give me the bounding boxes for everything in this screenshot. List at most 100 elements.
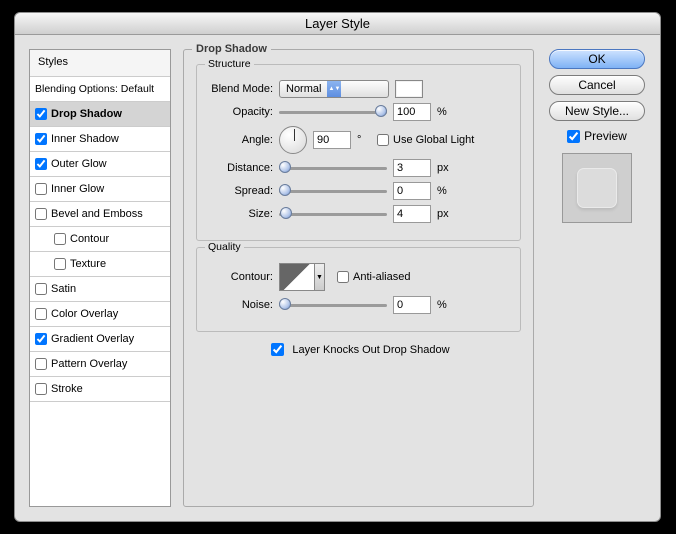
style-checkbox[interactable]	[35, 158, 47, 170]
cancel-button[interactable]: Cancel	[549, 75, 645, 95]
style-label: Drop Shadow	[51, 108, 122, 120]
preview-row: Preview	[567, 129, 627, 143]
noise-field[interactable]	[393, 296, 431, 314]
slider-thumb[interactable]	[279, 184, 291, 196]
noise-slider[interactable]	[279, 298, 387, 312]
ok-button[interactable]: OK	[549, 49, 645, 69]
styles-header[interactable]: Styles	[30, 50, 170, 77]
opacity-field[interactable]	[393, 103, 431, 121]
style-checkbox[interactable]	[35, 283, 47, 295]
style-checkbox[interactable]	[35, 108, 47, 120]
spread-unit: %	[437, 185, 451, 197]
shadow-color-swatch[interactable]	[395, 80, 423, 98]
blend-mode-row: Blend Mode: Normal ▲▼	[207, 80, 510, 98]
sidebar-item-outer-glow[interactable]: Outer Glow	[30, 152, 170, 177]
opacity-unit: %	[437, 106, 451, 118]
distance-field[interactable]	[393, 159, 431, 177]
style-checkbox[interactable]	[35, 183, 47, 195]
anti-aliased-label: Anti-aliased	[353, 271, 410, 283]
blend-mode-label: Blend Mode:	[207, 83, 273, 95]
style-checkbox[interactable]	[35, 308, 47, 320]
knockout-label: Layer Knocks Out Drop Shadow	[292, 344, 449, 356]
sidebar-item-drop-shadow[interactable]: Drop Shadow	[30, 102, 170, 127]
style-label: Satin	[51, 283, 76, 295]
style-label: Texture	[70, 258, 106, 270]
angle-label: Angle:	[207, 134, 273, 146]
anti-aliased-row: Anti-aliased	[337, 271, 410, 283]
preview-swatch	[577, 168, 617, 208]
styles-panel: Styles Blending Options: Default Drop Sh…	[29, 49, 171, 507]
sidebar-item-bevel-and-emboss[interactable]: Bevel and Emboss	[30, 202, 170, 227]
sidebar-item-stroke[interactable]: Stroke	[30, 377, 170, 402]
anti-aliased-checkbox[interactable]	[337, 271, 349, 283]
size-label: Size:	[207, 208, 273, 220]
style-label: Contour	[70, 233, 109, 245]
angle-field[interactable]	[313, 131, 351, 149]
sidebar-item-satin[interactable]: Satin	[30, 277, 170, 302]
style-label: Stroke	[51, 383, 83, 395]
select-arrows-icon: ▲▼	[327, 80, 341, 98]
preview-checkbox[interactable]	[567, 130, 580, 143]
sidebar-item-contour[interactable]: Contour	[30, 227, 170, 252]
slider-track	[279, 190, 387, 193]
spread-field[interactable]	[393, 182, 431, 200]
sidebar-item-gradient-overlay[interactable]: Gradient Overlay	[30, 327, 170, 352]
style-checkbox[interactable]	[35, 208, 47, 220]
distance-row: Distance: px	[207, 159, 510, 177]
opacity-label: Opacity:	[207, 106, 273, 118]
new-style-button[interactable]: New Style...	[549, 101, 645, 121]
size-unit: px	[437, 208, 451, 220]
style-label: Outer Glow	[51, 158, 107, 170]
slider-track	[279, 213, 387, 216]
structure-title: Structure	[205, 58, 254, 70]
slider-thumb[interactable]	[375, 105, 387, 117]
angle-dial[interactable]	[279, 126, 307, 154]
sidebar-item-texture[interactable]: Texture	[30, 252, 170, 277]
angle-unit: °	[357, 134, 371, 146]
distance-label: Distance:	[207, 162, 273, 174]
noise-unit: %	[437, 299, 451, 311]
chevron-down-icon[interactable]: ▼	[315, 263, 325, 291]
opacity-slider[interactable]	[279, 105, 387, 119]
contour-label: Contour:	[207, 271, 273, 283]
use-global-light-label: Use Global Light	[393, 134, 474, 146]
spread-slider[interactable]	[279, 184, 387, 198]
blend-mode-value: Normal	[286, 83, 321, 95]
button-column: OK Cancel New Style... Preview	[546, 49, 648, 507]
slider-thumb[interactable]	[280, 207, 292, 219]
size-slider[interactable]	[279, 207, 387, 221]
style-checkbox[interactable]	[35, 358, 47, 370]
contour-row: Contour: ▼ Anti-aliased	[207, 263, 510, 291]
blend-mode-select[interactable]: Normal ▲▼	[279, 80, 389, 98]
style-label: Inner Shadow	[51, 133, 119, 145]
slider-track	[279, 304, 387, 307]
size-field[interactable]	[393, 205, 431, 223]
sidebar-item-pattern-overlay[interactable]: Pattern Overlay	[30, 352, 170, 377]
knockout-checkbox[interactable]	[271, 343, 284, 356]
sidebar-item-inner-shadow[interactable]: Inner Shadow	[30, 127, 170, 152]
styles-list: Drop Shadow Inner Shadow Outer Glow Inner G…	[30, 102, 170, 402]
style-checkbox[interactable]	[35, 133, 47, 145]
distance-slider[interactable]	[279, 161, 387, 175]
use-global-light-row: Use Global Light	[377, 134, 474, 146]
sidebar-item-color-overlay[interactable]: Color Overlay	[30, 302, 170, 327]
style-checkbox[interactable]	[54, 233, 66, 245]
style-checkbox[interactable]	[54, 258, 66, 270]
slider-thumb[interactable]	[279, 298, 291, 310]
contour-picker[interactable]: ▼	[279, 263, 325, 291]
quality-group: Quality Contour: ▼ Anti-aliased	[196, 247, 521, 332]
sidebar-item-inner-glow[interactable]: Inner Glow	[30, 177, 170, 202]
blending-options-item[interactable]: Blending Options: Default	[30, 77, 170, 102]
layer-style-dialog: Layer Style Styles Blending Options: Def…	[14, 12, 661, 522]
style-checkbox[interactable]	[35, 383, 47, 395]
quality-title: Quality	[205, 241, 244, 253]
effect-settings-panel: Drop Shadow Structure Blend Mode: Normal…	[183, 49, 534, 507]
distance-unit: px	[437, 162, 451, 174]
spread-row: Spread: %	[207, 182, 510, 200]
angle-row: Angle: ° Use Global Light	[207, 126, 510, 154]
slider-thumb[interactable]	[279, 161, 291, 173]
opacity-row: Opacity: %	[207, 103, 510, 121]
use-global-light-checkbox[interactable]	[377, 134, 389, 146]
style-label: Inner Glow	[51, 183, 104, 195]
style-checkbox[interactable]	[35, 333, 47, 345]
